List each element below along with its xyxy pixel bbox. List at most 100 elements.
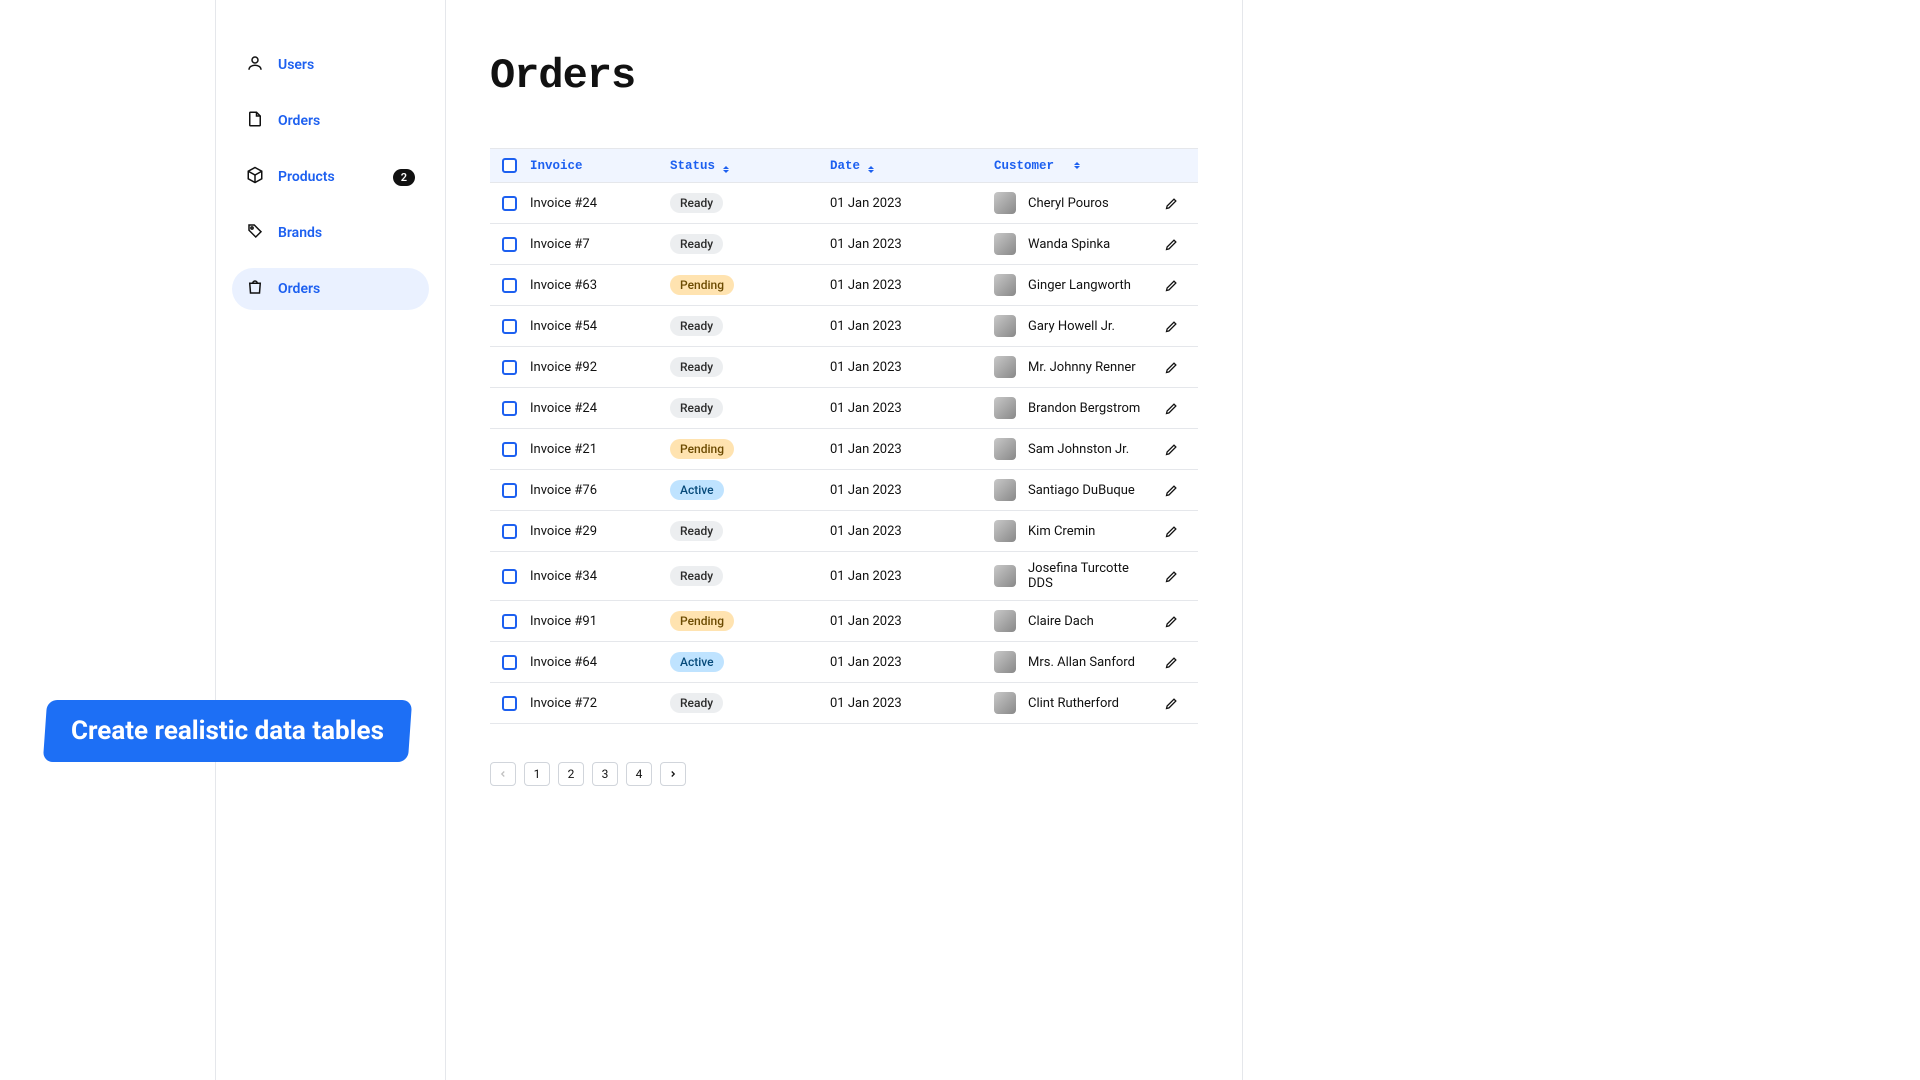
date-cell: 01 Jan 2023 <box>830 569 994 584</box>
row-checkbox[interactable] <box>502 360 517 375</box>
col-header-invoice[interactable]: Invoice <box>530 159 670 173</box>
promo-banner: Create realistic data tables <box>43 700 412 762</box>
customer-name: Gary Howell Jr. <box>1028 319 1115 334</box>
row-checkbox[interactable] <box>502 614 517 629</box>
table-row: Invoice #54Ready01 Jan 2023Gary Howell J… <box>490 306 1198 347</box>
invoice-cell: Invoice #24 <box>530 401 670 416</box>
badge: 2 <box>393 169 415 186</box>
box-icon <box>246 166 264 188</box>
sidebar-item-products[interactable]: Products2 <box>232 156 429 198</box>
page-button-3[interactable]: 3 <box>592 762 618 786</box>
invoice-cell: Invoice #21 <box>530 442 670 457</box>
date-cell: 01 Jan 2023 <box>830 360 994 375</box>
date-cell: 01 Jan 2023 <box>830 196 994 211</box>
edit-icon[interactable] <box>1164 614 1179 629</box>
avatar <box>994 479 1016 501</box>
sidebar-item-orders[interactable]: Orders <box>232 268 429 310</box>
status-badge: Ready <box>670 357 723 377</box>
invoice-cell: Invoice #92 <box>530 360 670 375</box>
avatar <box>994 315 1016 337</box>
status-badge: Pending <box>670 611 734 631</box>
page-button-4[interactable]: 4 <box>626 762 652 786</box>
page-next-button[interactable] <box>660 762 686 786</box>
table-row: Invoice #64Active 01 Jan 2023 Mrs. Allan S… <box>490 642 1198 683</box>
select-all-checkbox[interactable] <box>502 158 517 173</box>
avatar <box>994 233 1016 255</box>
avatar <box>994 192 1016 214</box>
date-cell: 01 Jan 2023 <box>830 442 994 457</box>
sidebar-item-brands[interactable]: Brands <box>232 212 429 254</box>
edit-icon[interactable] <box>1164 524 1179 539</box>
table-row: Invoice #63Pending01 Jan 2023Ginger Lang… <box>490 265 1198 306</box>
sidebar-item-users[interactable]: Users <box>232 44 429 86</box>
sort-icon <box>868 166 874 173</box>
row-checkbox[interactable] <box>502 401 517 416</box>
edit-icon[interactable] <box>1164 319 1179 334</box>
invoice-cell: Invoice #34 <box>530 569 670 584</box>
date-cell: 01 Jan 2023 <box>830 483 994 498</box>
row-checkbox[interactable] <box>502 319 517 334</box>
row-checkbox[interactable] <box>502 524 517 539</box>
invoice-cell: Invoice #29 <box>530 524 670 539</box>
sidebar-item-label: Users <box>278 57 314 73</box>
sidebar-item-orders[interactable]: Orders <box>232 100 429 142</box>
table-row: Invoice #24Ready01 Jan 2023Cheryl Pouros <box>490 183 1198 224</box>
pagination: 1234 <box>490 762 1198 786</box>
row-checkbox[interactable] <box>502 278 517 293</box>
main-content: Orders Invoice Status Date Customer Invo… <box>446 0 1242 1080</box>
status-badge: Active <box>670 480 724 500</box>
row-checkbox[interactable] <box>502 696 517 711</box>
table-row: Invoice #34Ready01 Jan 2023Josefina Turc… <box>490 552 1198 601</box>
invoice-cell: Invoice #64 <box>530 655 670 670</box>
edit-icon[interactable] <box>1164 696 1179 711</box>
date-cell: 01 Jan 2023 <box>830 278 994 293</box>
row-checkbox[interactable] <box>502 569 517 584</box>
date-cell: 01 Jan 2023 <box>830 401 994 416</box>
row-checkbox[interactable] <box>502 237 517 252</box>
date-cell: 01 Jan 2023 <box>830 524 994 539</box>
edit-icon[interactable] <box>1164 360 1179 375</box>
edit-icon[interactable] <box>1164 655 1179 670</box>
date-cell: 01 Jan 2023 <box>830 614 994 629</box>
table-row: Invoice #21Pending01 Jan 2023Sam Johnsto… <box>490 429 1198 470</box>
table-row: Invoice #7Ready01 Jan 2023Wanda Spinka <box>490 224 1198 265</box>
customer-name: Mrs. Allan Sanford <box>1028 655 1135 670</box>
page-prev-button[interactable] <box>490 762 516 786</box>
user-icon <box>246 54 264 76</box>
avatar <box>994 274 1016 296</box>
edit-icon[interactable] <box>1164 483 1179 498</box>
edit-icon[interactable] <box>1164 278 1179 293</box>
avatar <box>994 692 1016 714</box>
col-header-status[interactable]: Status <box>670 159 830 173</box>
page-button-2[interactable]: 2 <box>558 762 584 786</box>
edit-icon[interactable] <box>1164 237 1179 252</box>
table-row: Invoice #91Pending01 Jan 2023Claire Dach <box>490 601 1198 642</box>
row-checkbox[interactable] <box>502 483 517 498</box>
invoice-cell: Invoice #76 <box>530 483 670 498</box>
edit-icon[interactable] <box>1164 401 1179 416</box>
row-checkbox[interactable] <box>502 655 517 670</box>
col-header-date[interactable]: Date <box>830 159 994 173</box>
page-button-1[interactable]: 1 <box>524 762 550 786</box>
customer-name: Clint Rutherford <box>1028 696 1119 711</box>
customer-name: Cheryl Pouros <box>1028 196 1109 211</box>
row-checkbox[interactable] <box>502 196 517 211</box>
edit-icon[interactable] <box>1164 442 1179 457</box>
row-checkbox[interactable] <box>502 442 517 457</box>
status-badge: Ready <box>670 566 723 586</box>
edit-icon[interactable] <box>1164 569 1179 584</box>
customer-name: Claire Dach <box>1028 614 1094 629</box>
table-row: Invoice #76Active01 Jan 2023Santiago DuB… <box>490 470 1198 511</box>
avatar <box>994 565 1016 587</box>
edit-icon[interactable] <box>1164 196 1179 211</box>
status-badge: Pending <box>670 439 734 459</box>
avatar <box>994 356 1016 378</box>
avatar <box>994 520 1016 542</box>
table-row: Invoice #29Ready01 Jan 2023Kim Cremin <box>490 511 1198 552</box>
status-badge: Active <box>670 652 724 672</box>
status-badge: Ready <box>670 193 723 213</box>
date-cell: 01 Jan 2023 <box>830 655 994 670</box>
col-header-customer[interactable]: Customer <box>994 159 1156 173</box>
invoice-cell: Invoice #7 <box>530 237 670 252</box>
customer-name: Wanda Spinka <box>1028 237 1110 252</box>
